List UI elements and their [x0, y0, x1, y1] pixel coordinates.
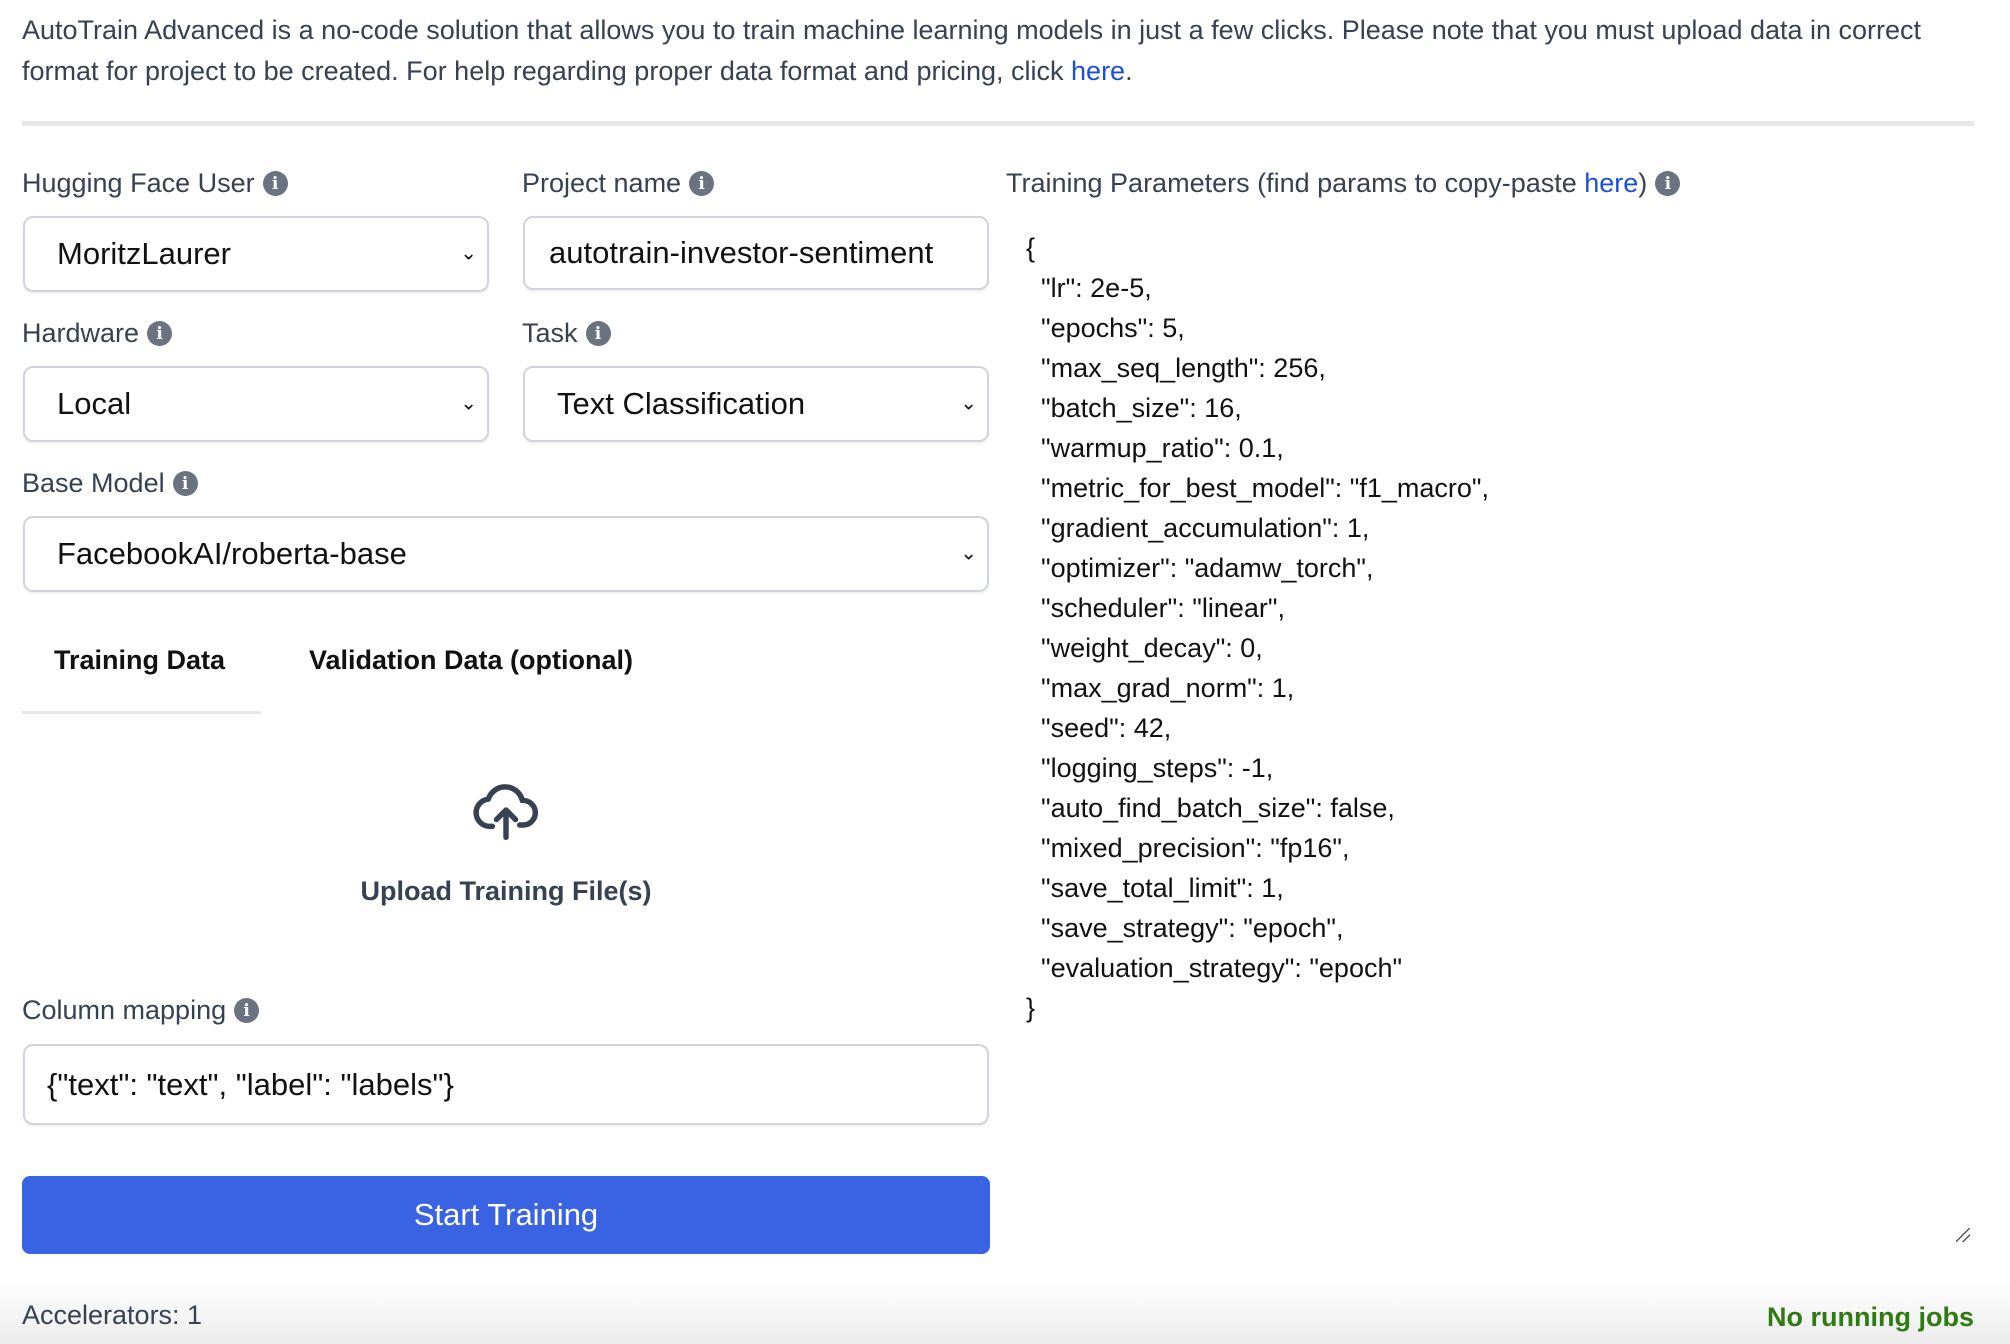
running-jobs-status: No running jobs — [1767, 1302, 1974, 1332]
start-training-button[interactable]: Start Training — [22, 1176, 990, 1254]
hardware-label: Hardware i — [22, 318, 173, 349]
project-name-input[interactable]: autotrain-investor-sentiment — [523, 216, 989, 290]
base-model-label: Base Model i — [22, 468, 198, 499]
chevron-down-icon: ⌄ — [960, 542, 977, 565]
info-icon[interactable]: i — [172, 471, 198, 496]
footer: Accelerators: 1 No running jobs — [0, 1282, 2010, 1344]
hf-user-select[interactable]: MoritzLaurer ⌄ — [23, 216, 489, 292]
tab-training-data[interactable]: Training Data — [54, 645, 225, 676]
active-tab-indicator — [22, 711, 261, 714]
info-icon[interactable]: i — [147, 321, 173, 346]
resize-handle[interactable] — [1956, 1228, 1970, 1242]
column-mapping-label: Column mapping i — [22, 995, 260, 1026]
chevron-down-icon: ⌄ — [460, 242, 477, 265]
help-link[interactable]: here — [1071, 56, 1125, 86]
upload-training-files[interactable]: Upload Training File(s) — [0, 876, 1012, 907]
accelerators-count: Accelerators: 1 — [22, 1300, 203, 1330]
params-link[interactable]: here — [1584, 168, 1638, 198]
base-model-select[interactable]: FacebookAI/roberta-base ⌄ — [23, 516, 989, 592]
chevron-down-icon: ⌄ — [460, 392, 477, 415]
cloud-upload-icon[interactable] — [472, 780, 540, 845]
intro-text: AutoTrain Advanced is a no-code solution… — [22, 15, 1922, 86]
info-icon[interactable]: i — [1655, 171, 1681, 196]
column-mapping-input[interactable]: {"text": "text", "label": "labels"} — [23, 1044, 989, 1125]
task-select[interactable]: Text Classification ⌄ — [523, 366, 989, 442]
info-icon[interactable]: i — [689, 171, 715, 196]
training-parameters-label: Training Parameters (find params to copy… — [1006, 168, 1681, 199]
task-label: Task i — [522, 318, 611, 349]
project-name-label: Project name i — [522, 168, 715, 199]
hardware-select[interactable]: Local ⌄ — [23, 366, 489, 442]
divider — [22, 121, 1974, 126]
training-parameters-textarea[interactable]: { "lr": 2e-5, "epochs": 5, "max_seq_leng… — [1006, 228, 1976, 1248]
tab-validation-data[interactable]: Validation Data (optional) — [309, 645, 633, 676]
info-icon[interactable]: i — [234, 998, 260, 1023]
info-icon[interactable]: i — [585, 321, 611, 346]
chevron-down-icon: ⌄ — [960, 392, 977, 415]
info-icon[interactable]: i — [262, 171, 288, 196]
hf-user-label: Hugging Face User i — [22, 168, 288, 199]
